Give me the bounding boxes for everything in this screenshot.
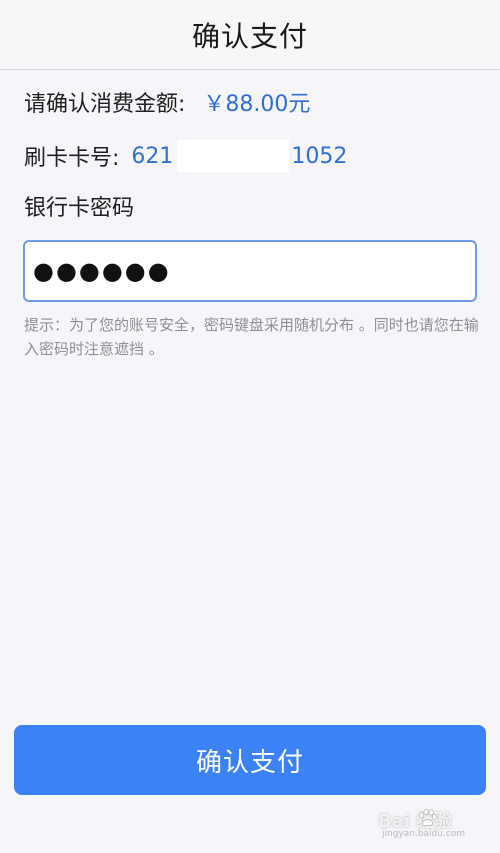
card-number-suffix: 1052 [291, 143, 348, 169]
amount-row: 请确认消费金额: ￥88.00元 [24, 86, 310, 118]
amount-value: ￥88.00元 [203, 92, 311, 117]
card-number-row: 刷卡卡号: 621 1052 [24, 140, 347, 172]
confirm-payment-button[interactable]: 确认支付 [14, 725, 486, 795]
card-number-label: 刷卡卡号: [24, 146, 120, 171]
confirm-payment-button-label: 确认支付 [195, 747, 304, 778]
password-input[interactable]: ●●●●●● [23, 240, 477, 302]
watermark: Bai 经验 jingyan.baidu.com [378, 805, 488, 843]
password-label-row: 银行卡密码 [24, 190, 134, 222]
amount-label: 请确认消费金额: [24, 92, 186, 117]
watermark-sub: jingyan.baidu.com [382, 829, 466, 839]
paw-icon [418, 808, 437, 827]
card-number-mask [177, 140, 290, 172]
page-title: 确认支付 [191, 19, 308, 53]
password-masked-value: ●●●●●● [33, 257, 171, 285]
card-number-prefix: 621 [131, 143, 174, 169]
header-bar: 确认支付 [0, 0, 500, 70]
password-label: 银行卡密码 [24, 196, 135, 221]
security-hint: 提示：为了您的账号安全，密码键盘采用随机分布 。同时也请您在输入密码时注意遮挡 … [24, 316, 479, 358]
